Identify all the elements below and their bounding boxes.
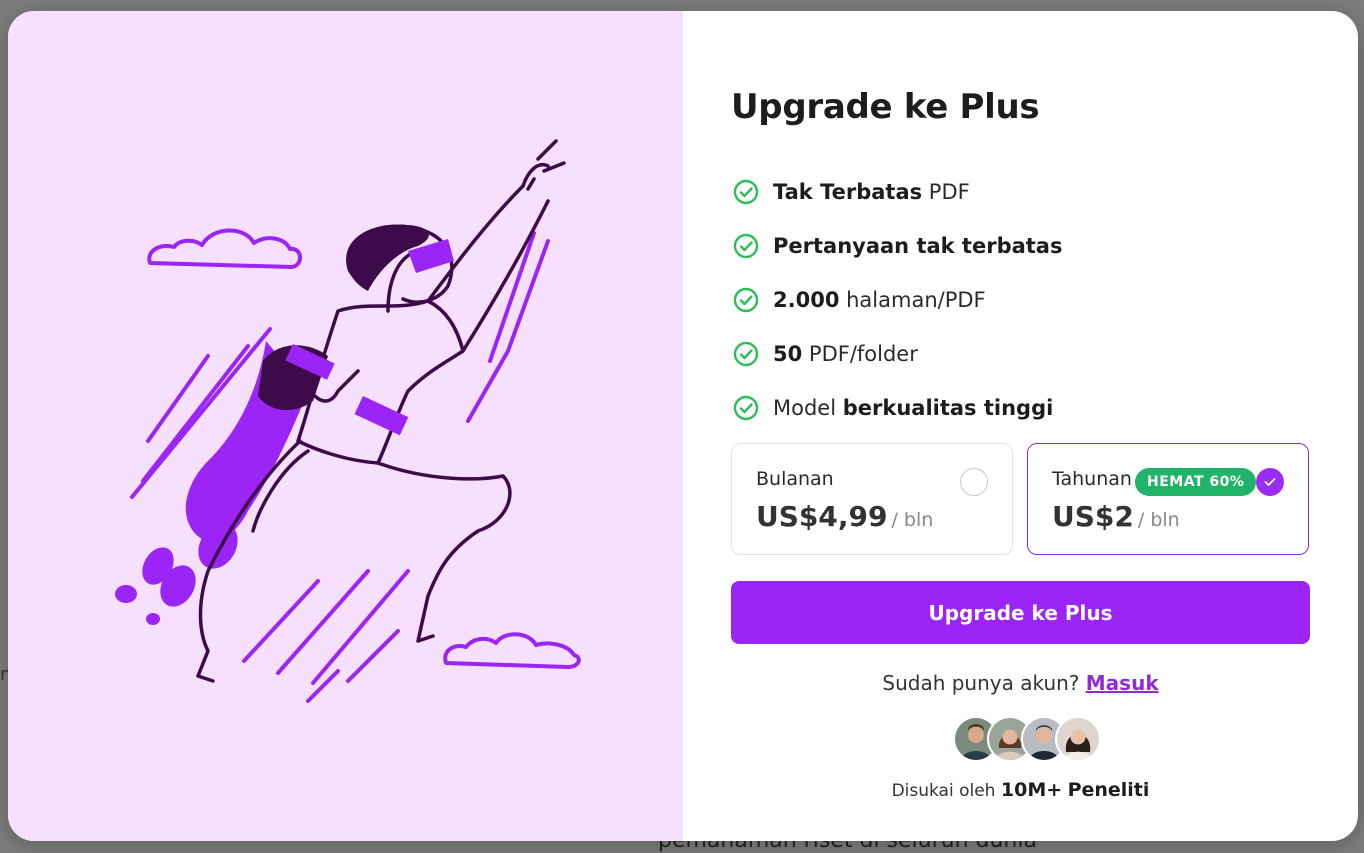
flying-person-illustration: [115, 139, 581, 703]
avatar-group: [953, 716, 1101, 762]
avatar: [1055, 716, 1101, 762]
plan-price-value: US$2: [1052, 500, 1134, 533]
login-question: Sudah punya akun?: [882, 671, 1080, 695]
upgrade-button[interactable]: Upgrade ke Plus: [731, 581, 1310, 644]
feature-text: PDF/folder: [802, 342, 918, 366]
login-link[interactable]: Masuk: [1086, 671, 1159, 695]
upgrade-content: Upgrade ke Plus Tak Terbatas PDF Pertany…: [683, 11, 1358, 841]
social-noun: Peneliti: [1067, 779, 1150, 801]
check-circle-icon: [733, 179, 759, 205]
check-circle-icon: [733, 341, 759, 367]
plan-price-value: US$4,99: [756, 500, 888, 533]
plan-price: US$2/ bln: [1052, 500, 1180, 533]
cloud-bottom: [443, 632, 581, 669]
plan-price-unit: / bln: [1137, 509, 1180, 531]
plan-radio-unselected[interactable]: [960, 468, 988, 496]
illustration-panel: [8, 11, 683, 841]
feature-text: Model: [773, 396, 843, 420]
cloud-top: [147, 228, 302, 269]
social-count: 10M+: [1000, 779, 1063, 801]
feature-item: 50 PDF/folder: [733, 327, 1062, 381]
checkmark-icon: [1264, 478, 1276, 486]
login-prompt: Sudah punya akun? Masuk: [683, 671, 1358, 695]
modal-title: Upgrade ke Plus: [731, 87, 1040, 127]
feature-item: Pertanyaan tak terbatas: [733, 219, 1062, 273]
feature-item: Model berkualitas tinggi: [733, 381, 1062, 435]
plan-name: Bulanan: [756, 468, 834, 490]
feature-text: halaman/PDF: [839, 288, 986, 312]
feature-bold: 50: [773, 342, 803, 366]
feature-item: Tak Terbatas PDF: [733, 165, 1062, 219]
feature-text: PDF: [922, 180, 970, 204]
plan-radio-selected[interactable]: [1256, 468, 1284, 496]
plan-option-yearly[interactable]: Tahunan HEMAT 60% US$2/ bln: [1027, 443, 1309, 555]
plan-name: Tahunan: [1052, 468, 1132, 490]
check-circle-icon: [733, 395, 759, 421]
feature-bold: 2.000: [773, 288, 840, 312]
social-prefix: Disukai oleh: [891, 781, 996, 801]
check-circle-icon: [733, 233, 759, 259]
discount-badge: HEMAT 60%: [1135, 468, 1257, 496]
feature-list: Tak Terbatas PDF Pertanyaan tak terbatas…: [733, 165, 1062, 435]
feature-item: 2.000 halaman/PDF: [733, 273, 1062, 327]
plan-price: US$4,99/ bln: [756, 500, 933, 533]
feature-bold: Pertanyaan tak terbatas: [773, 234, 1063, 258]
upgrade-modal: Upgrade ke Plus Tak Terbatas PDF Pertany…: [8, 11, 1358, 841]
feature-bold: Tak Terbatas: [773, 180, 923, 204]
feature-bold: berkualitas tinggi: [842, 396, 1054, 420]
plan-option-monthly[interactable]: Bulanan US$4,99/ bln: [731, 443, 1013, 555]
social-proof: Disukai oleh 10M+ Peneliti: [683, 779, 1358, 801]
check-circle-icon: [733, 287, 759, 313]
plan-price-unit: / bln: [891, 509, 934, 531]
